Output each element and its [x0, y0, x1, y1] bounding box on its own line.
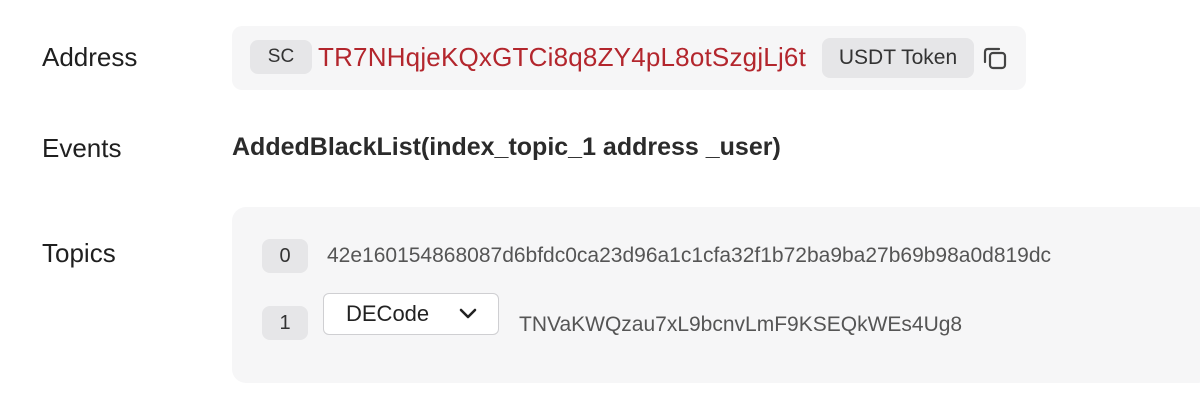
contract-type-badge: SC: [250, 40, 312, 74]
topic-index-badge: 0: [262, 239, 308, 273]
topic-decoded-value: TNVaKWQzau7xL9bcnvLmF9KSEQkWEs4Ug8: [519, 313, 963, 336]
events-label: Events: [42, 133, 122, 163]
token-name-badge[interactable]: USDT Token: [822, 38, 974, 78]
topics-box: 0 42e160154868087d6bfdc0ca23d96a1c1cfa32…: [232, 207, 1200, 383]
contract-address-link[interactable]: TR7NHqjeKQxGTCi8q8ZY4pL8otSzgjLj6t: [318, 40, 806, 74]
topic-value: 42e160154868087d6bfdc0ca23d96a1c1cfa32f1…: [327, 244, 1052, 267]
decode-dropdown[interactable]: DECode: [323, 293, 499, 335]
event-signature: AddedBlackList(index_topic_1 address _us…: [232, 133, 781, 161]
topics-label: Topics: [42, 238, 116, 268]
address-label: Address: [42, 42, 138, 72]
decode-dropdown-label: DECode: [346, 301, 430, 326]
address-box: SC TR7NHqjeKQxGTCi8q8ZY4pL8otSzgjLj6t US…: [232, 26, 1026, 90]
event-log-detail: Address Events Topics SC TR7NHqjeKQxGTCi…: [0, 0, 1200, 410]
chevron-down-icon: [458, 307, 478, 321]
topic-index-badge: 1: [262, 306, 308, 340]
copy-icon[interactable]: [982, 45, 1008, 71]
